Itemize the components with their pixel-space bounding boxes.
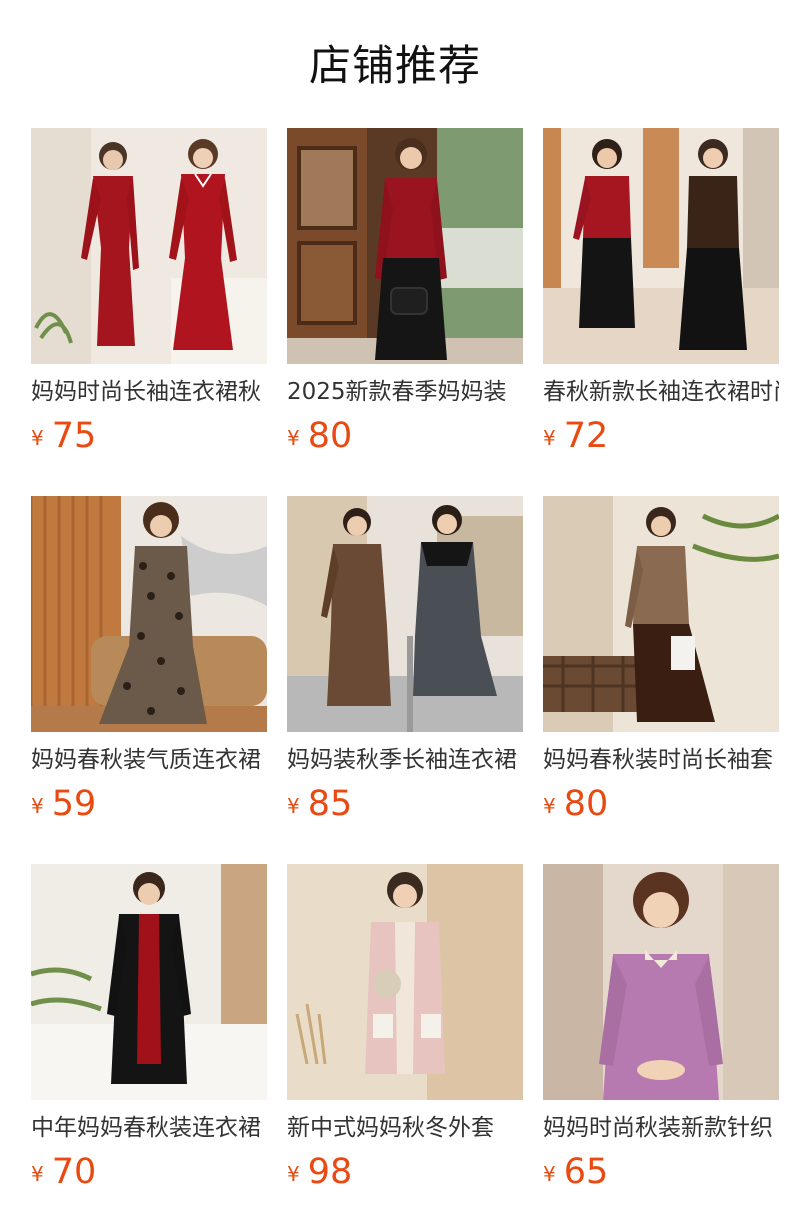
product-price: ¥80 bbox=[287, 414, 352, 458]
currency-symbol: ¥ bbox=[31, 794, 44, 818]
currency-symbol: ¥ bbox=[287, 426, 300, 450]
price-amount: 85 bbox=[307, 784, 353, 824]
product-card[interactable]: 妈妈时尚长袖连衣裙秋 ¥75 bbox=[31, 128, 267, 468]
product-image[interactable] bbox=[287, 128, 523, 364]
price-amount: 65 bbox=[563, 1152, 609, 1192]
product-price: ¥59 bbox=[31, 782, 96, 826]
currency-symbol: ¥ bbox=[543, 426, 556, 450]
price-amount: 80 bbox=[563, 784, 609, 824]
product-title[interactable]: 春秋新款长袖连衣裙时尚 bbox=[543, 375, 779, 409]
product-image[interactable] bbox=[31, 864, 267, 1100]
product-price: ¥70 bbox=[31, 1150, 96, 1194]
price-amount: 70 bbox=[51, 1152, 97, 1192]
product-title[interactable]: 妈妈春秋装气质连衣裙 bbox=[31, 743, 267, 777]
product-card[interactable]: 中年妈妈春秋装连衣裙 ¥70 bbox=[31, 864, 267, 1204]
product-card[interactable]: 新中式妈妈秋冬外套 ¥98 bbox=[287, 864, 523, 1204]
product-title[interactable]: 妈妈时尚长袖连衣裙秋 bbox=[31, 375, 267, 409]
currency-symbol: ¥ bbox=[543, 1162, 556, 1186]
product-price: ¥75 bbox=[31, 414, 96, 458]
product-card[interactable]: 妈妈装秋季长袖连衣裙 ¥85 bbox=[287, 496, 523, 836]
price-amount: 80 bbox=[307, 416, 353, 456]
currency-symbol: ¥ bbox=[31, 426, 44, 450]
product-image[interactable] bbox=[287, 496, 523, 732]
product-title[interactable]: 新中式妈妈秋冬外套 bbox=[287, 1111, 523, 1145]
product-card[interactable]: 妈妈时尚秋装新款针织 ¥65 bbox=[543, 864, 779, 1204]
product-price: ¥80 bbox=[543, 782, 608, 826]
product-title[interactable]: 妈妈时尚秋装新款针织 bbox=[543, 1111, 779, 1145]
currency-symbol: ¥ bbox=[543, 794, 556, 818]
price-amount: 72 bbox=[563, 416, 609, 456]
product-card[interactable]: 2025新款春季妈妈装 ¥80 bbox=[287, 128, 523, 468]
product-price: ¥98 bbox=[287, 1150, 352, 1194]
product-price: ¥72 bbox=[543, 414, 608, 458]
price-amount: 59 bbox=[51, 784, 97, 824]
product-price: ¥65 bbox=[543, 1150, 608, 1194]
product-card[interactable]: 妈妈春秋装气质连衣裙 ¥59 bbox=[31, 496, 267, 836]
product-image[interactable] bbox=[543, 864, 779, 1100]
currency-symbol: ¥ bbox=[31, 1162, 44, 1186]
product-title[interactable]: 妈妈春秋装时尚长袖套 bbox=[543, 743, 779, 777]
product-image[interactable] bbox=[543, 128, 779, 364]
product-title[interactable]: 2025新款春季妈妈装 bbox=[287, 375, 523, 409]
currency-symbol: ¥ bbox=[287, 1162, 300, 1186]
product-image[interactable] bbox=[31, 496, 267, 732]
product-image[interactable] bbox=[31, 128, 267, 364]
product-title[interactable]: 中年妈妈春秋装连衣裙 bbox=[31, 1111, 267, 1145]
currency-symbol: ¥ bbox=[287, 794, 300, 818]
price-amount: 98 bbox=[307, 1152, 353, 1192]
product-image[interactable] bbox=[287, 864, 523, 1100]
product-card[interactable]: 春秋新款长袖连衣裙时尚 ¥72 bbox=[543, 128, 779, 468]
page-title: 店铺推荐 bbox=[308, 41, 481, 90]
product-image[interactable] bbox=[543, 496, 779, 732]
product-card[interactable]: 妈妈春秋装时尚长袖套 ¥80 bbox=[543, 496, 779, 836]
product-price: ¥85 bbox=[287, 782, 352, 826]
product-title[interactable]: 妈妈装秋季长袖连衣裙 bbox=[287, 743, 523, 777]
price-amount: 75 bbox=[51, 416, 97, 456]
